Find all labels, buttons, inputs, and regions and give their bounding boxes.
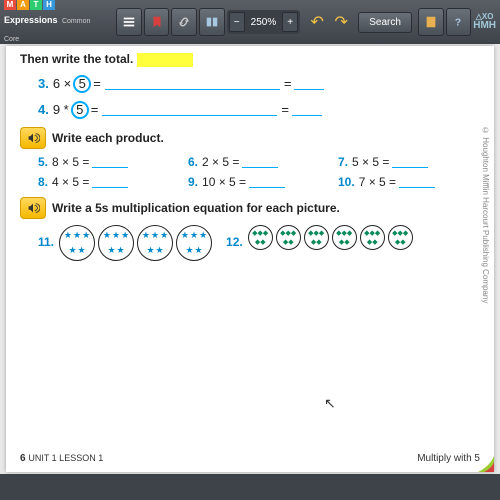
answer-blank[interactable] bbox=[242, 156, 278, 168]
link-button[interactable] bbox=[171, 8, 197, 36]
redo-button[interactable]: ↷ bbox=[330, 11, 352, 33]
answer-blank[interactable] bbox=[392, 156, 428, 168]
page-container: Then write the total. 3. 6 × 5 = = 4. 9 … bbox=[6, 46, 494, 472]
diamond-circle: ◆◆◆◆◆ bbox=[304, 225, 329, 250]
problem-5: 5.8 × 5 = bbox=[38, 155, 180, 169]
hmh-logo: △XO HMH bbox=[473, 13, 496, 31]
corner-graphic bbox=[470, 448, 494, 472]
problem-3: 3. 6 × 5 = = bbox=[38, 75, 480, 93]
page-footer: 6 UNIT 1 LESSON 1 Multiply with 5 bbox=[20, 453, 480, 464]
diamond-circle: ◆◆◆◆◆ bbox=[276, 225, 301, 250]
answer-blank[interactable] bbox=[292, 104, 322, 116]
problem-7: 7.5 × 5 = bbox=[338, 155, 480, 169]
product-grid: 5.8 × 5 = 6.2 × 5 = 7.5 × 5 = 8.4 × 5 = … bbox=[38, 155, 480, 189]
section-2-header: Write each product. bbox=[20, 127, 480, 149]
notes-button[interactable] bbox=[418, 8, 444, 36]
problem-12: 12. ◆◆◆◆◆ ◆◆◆◆◆ ◆◆◆◆◆ ◆◆◆◆◆ ◆◆◆◆◆ ◆◆◆◆◆ bbox=[226, 225, 413, 250]
star-circle: ★★★★★ bbox=[59, 225, 95, 261]
answer-blank[interactable] bbox=[249, 176, 285, 188]
problem-11: 11. ★★★★★ ★★★★★ ★★★★★ ★★★★★ bbox=[38, 225, 212, 261]
answer-blank[interactable] bbox=[92, 156, 128, 168]
help-button[interactable]: ? bbox=[446, 8, 472, 36]
view-button[interactable] bbox=[199, 8, 225, 36]
answer-blank[interactable] bbox=[105, 78, 280, 90]
section-3-header: Write a 5s multiplication equation for e… bbox=[20, 197, 480, 219]
problem-9: 9.10 × 5 = bbox=[188, 175, 330, 189]
tile-h: H bbox=[43, 0, 55, 10]
diamond-circle: ◆◆◆◆◆ bbox=[332, 225, 357, 250]
diamond-circle: ◆◆◆◆◆ bbox=[388, 225, 413, 250]
answer-blank[interactable] bbox=[92, 176, 128, 188]
zoom-value: 250% bbox=[247, 17, 281, 28]
problem-8: 8.4 × 5 = bbox=[38, 175, 180, 189]
answer-blank[interactable] bbox=[294, 78, 324, 90]
answer-blank[interactable] bbox=[399, 176, 435, 188]
bookmark-button[interactable] bbox=[144, 8, 170, 36]
cursor-icon: ↖ bbox=[324, 395, 336, 412]
highlight-mark bbox=[137, 53, 193, 67]
tile-a: A bbox=[17, 0, 29, 10]
star-circle: ★★★★★ bbox=[98, 225, 134, 261]
brand-logo: M A T H Expressions Common Core bbox=[4, 0, 106, 46]
zoom-in-button[interactable]: + bbox=[282, 12, 298, 32]
svg-text:?: ? bbox=[455, 17, 461, 29]
problem-6: 6.2 × 5 = bbox=[188, 155, 330, 169]
copyright-text: © Houghton Mifflin Harcourt Publishing C… bbox=[481, 126, 490, 303]
bottom-bar bbox=[0, 474, 500, 500]
star-circle: ★★★★★ bbox=[176, 225, 212, 261]
search-button[interactable]: Search bbox=[358, 12, 412, 33]
problem-4: 4. 9 * 5 = = bbox=[38, 101, 480, 119]
zoom-out-button[interactable]: − bbox=[229, 12, 245, 32]
undo-button[interactable]: ↶ bbox=[306, 11, 328, 33]
answer-blank[interactable] bbox=[102, 104, 277, 116]
problem-10: 10.7 × 5 = bbox=[338, 175, 480, 189]
audio-button[interactable] bbox=[20, 127, 46, 149]
instruction-1: Then write the total. bbox=[20, 52, 480, 67]
picture-row: 11. ★★★★★ ★★★★★ ★★★★★ ★★★★★ 12. ◆◆◆◆◆ ◆◆… bbox=[38, 225, 480, 261]
top-toolbar: M A T H Expressions Common Core − 250% +… bbox=[0, 0, 500, 44]
diamond-circle: ◆◆◆◆◆ bbox=[248, 225, 273, 250]
toc-button[interactable] bbox=[116, 8, 142, 36]
tile-t: T bbox=[30, 0, 42, 10]
zoom-control: − 250% + bbox=[227, 10, 301, 34]
brand-text: Expressions bbox=[4, 15, 58, 25]
audio-button[interactable] bbox=[20, 197, 46, 219]
tile-m: M bbox=[4, 0, 16, 10]
diamond-circle: ◆◆◆◆◆ bbox=[360, 225, 385, 250]
star-circle: ★★★★★ bbox=[137, 225, 173, 261]
